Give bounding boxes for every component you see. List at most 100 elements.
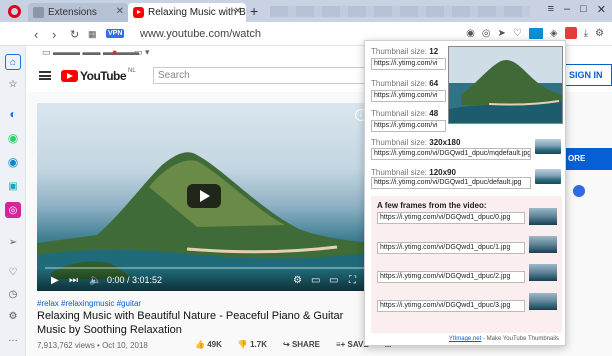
heart-icon[interactable]: ♡ — [513, 28, 522, 39]
thumbnail-image[interactable] — [535, 169, 561, 184]
video-player[interactable]: i ▶ ⏭ 🔈 0:00 / 3:01:52 ⚙ ▭ ▭ ⛶ — [37, 103, 373, 291]
video-meta: 7,913,762 views • Oct 10, 2018 — [37, 341, 148, 350]
save-icon: ≡+ — [335, 340, 346, 349]
close-icon[interactable]: ✕ — [116, 6, 124, 17]
youtube-play-logo-icon — [61, 70, 78, 82]
tab-extensions[interactable]: Extensions ✕ — [28, 3, 128, 22]
like-count: 49K — [207, 340, 222, 349]
frame-thumbnail[interactable] — [529, 264, 557, 281]
like-button[interactable]: 👍 49K — [195, 340, 222, 349]
cube-icon[interactable]: ◈ — [550, 28, 558, 39]
forward-icon[interactable]: › — [52, 27, 56, 42]
thumbnail-preview[interactable] — [448, 46, 563, 124]
frame-thumbnail[interactable] — [529, 208, 557, 225]
minimize-icon[interactable]: – — [564, 3, 570, 16]
thumb-url-field[interactable]: https://i.ytimg.com/vi — [371, 120, 446, 132]
history-icon[interactable]: ◷ — [5, 286, 21, 302]
frame-url-field[interactable]: https://i.ytimg.com/vi/DGQwd1_dpuc/0.jpg — [377, 212, 525, 224]
autoplay-toggle[interactable] — [573, 185, 585, 197]
whatsapp-icon[interactable]: ◉ — [5, 130, 21, 146]
close-window-icon[interactable]: ✕ — [597, 3, 606, 16]
settings-icon[interactable]: ⚙ — [595, 28, 604, 39]
more-icon[interactable]: … — [5, 330, 21, 346]
volume-icon[interactable]: 🔈 — [89, 275, 101, 286]
hamburger-menu-icon[interactable] — [39, 71, 51, 80]
menu-icon[interactable]: ≡ — [548, 3, 554, 16]
thumb-url-field[interactable]: https://i.ytimg.com/vi — [371, 90, 446, 102]
popup-footer: YtImage.net - Make YouTube Thumbnails — [449, 336, 559, 342]
thumbs-down-icon: 👎 — [237, 340, 248, 349]
vpn-badge[interactable]: VPN — [106, 29, 125, 38]
flag-icon[interactable]: ● — [112, 47, 117, 57]
thumbnail-image — [449, 47, 562, 123]
play-button[interactable] — [187, 184, 221, 208]
miniplayer-icon[interactable]: ▭ — [311, 275, 320, 286]
thumb-url-field[interactable]: https://i.ytimg.com/vi/DGQwd1_dpuc/defau… — [371, 177, 531, 189]
dislike-count: 1.7K — [250, 340, 267, 349]
dislike-button[interactable]: 👎 1.7K — [238, 340, 267, 349]
camera-icon[interactable]: ◉ — [466, 28, 475, 39]
messenger-icon[interactable]: ◐ — [5, 106, 21, 122]
share-button[interactable]: ↪ SHARE — [283, 340, 320, 349]
frame-thumbnail[interactable] — [529, 293, 557, 310]
theater-icon[interactable]: ▭ — [329, 275, 338, 286]
frame-thumbnail[interactable] — [529, 236, 557, 253]
heart-icon[interactable]: ♡ — [5, 264, 21, 280]
speed-dial-icon[interactable]: ▦ — [88, 29, 97, 40]
thumb-size-label: Thumbnail size: 120x90 — [371, 168, 456, 177]
frame-url-field[interactable]: https://i.ytimg.com/vi/DGQwd1_dpuc/2.jpg — [377, 271, 525, 283]
ytimage-link[interactable]: YtImage.net — [449, 336, 481, 342]
youtube-wordmark: YouTube — [80, 69, 127, 83]
thumb-size-label: Thumbnail size: 64 — [371, 79, 439, 88]
share-icon: ↪ — [283, 340, 290, 349]
thumb-url-field[interactable]: https://i.ytimg.com/vi/DGQwd1_dpuc/mqdef… — [371, 148, 531, 160]
fullscreen-icon[interactable]: ⛶ — [349, 275, 356, 286]
tab-label: Relaxing Music with Beautif — [148, 7, 246, 18]
settings-icon[interactable]: ⚙ — [5, 308, 21, 324]
subscribe-more-button[interactable]: ORE — [560, 148, 612, 170]
vk-icon[interactable]: ▣ — [5, 178, 21, 194]
new-tab-button[interactable]: + — [250, 3, 258, 19]
frames-label: A few frames from the video: — [377, 201, 487, 210]
instagram-icon[interactable]: ◎ — [5, 202, 21, 218]
sidebar: ⌂ ☆ ◐ ◉ ◉ ▣ ◎ ➢ ♡ ◷ ⚙ … — [0, 46, 26, 356]
shield-icon[interactable]: ◎ — [482, 28, 491, 39]
tab-label: Extensions — [48, 7, 97, 18]
bookmark-item[interactable]: ▭ ▬▬▬ ▬▬ ▬▬▬▬ — [42, 47, 139, 58]
home-icon[interactable]: ⌂ — [5, 54, 21, 70]
play-icon[interactable]: ▶ — [51, 275, 59, 286]
frame-url-field[interactable]: https://i.ytimg.com/vi/DGQwd1_dpuc/1.jpg — [377, 242, 525, 254]
star-icon[interactable]: ☆ — [5, 76, 21, 92]
close-icon[interactable]: ✕ — [234, 6, 242, 17]
ytimage-extension-icon[interactable] — [564, 27, 577, 39]
progress-bar[interactable] — [45, 267, 365, 269]
thumb-url-field[interactable]: https://i.ytimg.com/vi — [371, 58, 446, 70]
extension-icon[interactable] — [528, 27, 543, 39]
player-controls — [37, 269, 373, 291]
folder-icon[interactable]: ▭ ▾ — [134, 47, 150, 58]
reload-icon[interactable]: ↻ — [70, 28, 79, 41]
opera-logo-icon — [7, 4, 21, 18]
maximize-icon[interactable]: □ — [580, 3, 587, 16]
back-icon[interactable]: ‹ — [34, 27, 38, 42]
youtube-logo[interactable]: YouTube NL — [61, 68, 136, 83]
thumbnail-image[interactable] — [535, 139, 561, 154]
frame-url-field[interactable]: https://i.ytimg.com/vi/DGQwd1_dpuc/3.jpg — [377, 300, 525, 312]
next-icon[interactable]: ⏭ — [69, 275, 78, 286]
address-icons: ◉ ◎ ➤ ♡ ◈ ⤓ ⚙ — [466, 27, 604, 39]
url-field[interactable]: www.youtube.com/watch — [140, 28, 261, 40]
region-label: NL — [128, 68, 136, 74]
search-input[interactable]: Search — [153, 67, 365, 84]
send-icon[interactable]: ➤ — [498, 28, 506, 39]
video-tags[interactable]: #relax #relaxingmusic #guitar — [37, 299, 141, 308]
settings-icon[interactable]: ⚙ — [293, 275, 302, 286]
thumb-size-label: Thumbnail size: 12 — [371, 47, 439, 56]
opera-menu-button[interactable] — [0, 0, 28, 22]
youtube-icon — [133, 7, 144, 18]
search-placeholder: Search — [158, 70, 190, 81]
telegram-icon[interactable]: ◉ — [5, 154, 21, 170]
video-title: Relaxing Music with Beautiful Nature - P… — [37, 310, 344, 336]
download-icon[interactable]: ⤓ — [584, 28, 588, 39]
tab-youtube[interactable]: Relaxing Music with Beautif ✕ — [128, 3, 246, 22]
send-icon[interactable]: ➢ — [5, 234, 21, 250]
